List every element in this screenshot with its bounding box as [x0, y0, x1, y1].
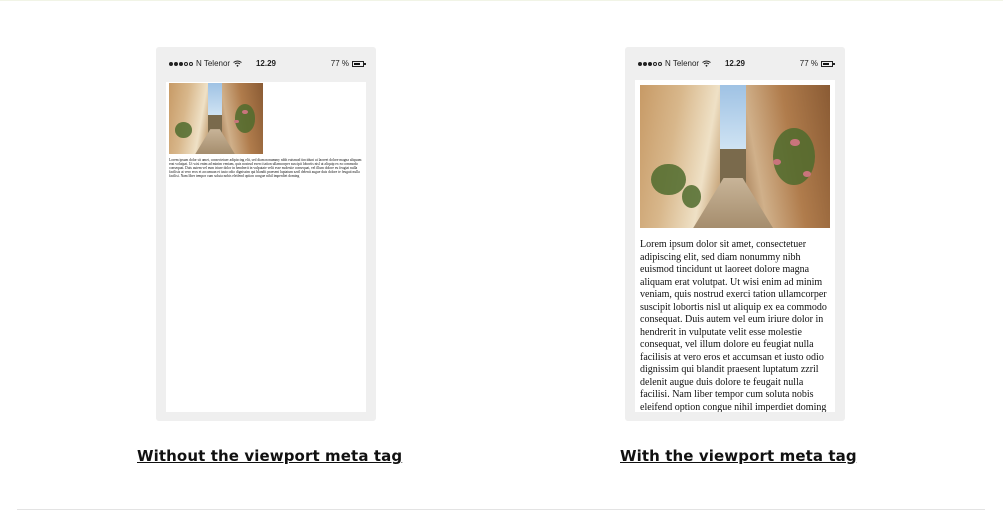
status-bar: N Telenor 12.29 77 %	[156, 47, 376, 79]
phone-screen: Lorem ipsum dolor sit amet, consectetuer…	[166, 82, 366, 412]
caption-with-viewport: With the viewport meta tag	[620, 447, 857, 465]
street-photo	[169, 83, 263, 154]
top-border	[0, 0, 1003, 1]
caption-without-viewport: Without the viewport meta tag	[137, 447, 403, 465]
phone-without-viewport: N Telenor 12.29 77 % Lorem ipsum dolor s…	[156, 47, 376, 421]
phone-with-viewport: N Telenor 12.29 77 % Lorem ipsum dolor s…	[625, 47, 845, 421]
article-text: Lorem ipsum dolor sit amet, consectetuer…	[169, 158, 362, 179]
article-text: Lorem ipsum dolor sit amet, consectetuer…	[640, 239, 827, 412]
street-photo	[640, 85, 830, 228]
battery-percent-label: 77 %	[330, 59, 349, 68]
battery-percent-label: 77 %	[799, 59, 818, 68]
bottom-divider	[17, 509, 985, 510]
battery-icon	[352, 60, 366, 67]
status-bar: N Telenor 12.29 77 %	[625, 47, 845, 79]
battery-icon	[821, 60, 835, 67]
phone-screen: Lorem ipsum dolor sit amet, consectetuer…	[635, 80, 835, 412]
